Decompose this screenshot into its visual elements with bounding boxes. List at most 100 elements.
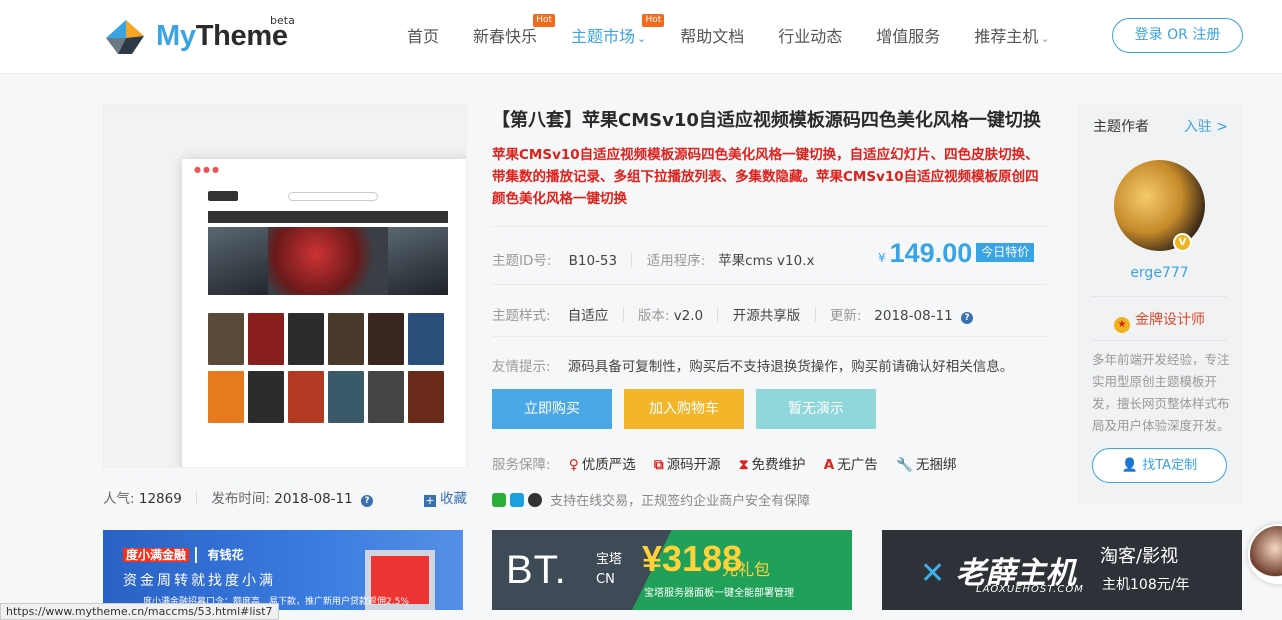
divider bbox=[814, 308, 816, 322]
ad1-brand: 度小满金融 | 有钱花 bbox=[123, 544, 250, 563]
currency-symbol: ¥ bbox=[878, 251, 886, 265]
service-item: ♀ 优质严选 bbox=[569, 457, 636, 473]
verified-icon: V bbox=[1173, 233, 1192, 252]
version-value: v2.0 bbox=[673, 308, 704, 324]
preview-mockup: ●●● bbox=[182, 159, 466, 467]
help-icon[interactable]: ? bbox=[961, 312, 974, 324]
popularity-value: 12869 bbox=[138, 491, 182, 507]
theme-id-label: 主题ID号: bbox=[492, 253, 552, 269]
product-description: 苹果CMSv10自适应视频模板源码四色美化风格一键切换，自适应幻灯片、四色皮肤切… bbox=[492, 147, 1039, 207]
updated-value: 2018-08-11 bbox=[874, 308, 953, 324]
tip-label: 友情提示: bbox=[492, 359, 551, 375]
nav-recommended-hosting-label: 推荐主机 bbox=[974, 27, 1039, 46]
mock-poster-grid bbox=[208, 313, 448, 429]
updated-label: 更新: bbox=[829, 308, 862, 324]
author-avatar[interactable] bbox=[1114, 160, 1205, 251]
nav-theme-market[interactable]: 主题市场 ⌄ Hot bbox=[571, 0, 665, 74]
ad3-x-icon: ✕ bbox=[920, 556, 956, 591]
user-icon: 👤 bbox=[1121, 458, 1143, 473]
divider bbox=[492, 226, 1047, 227]
ad1-brand-label: 度小满金融 bbox=[123, 548, 190, 562]
price-value: 149.00 bbox=[889, 238, 973, 268]
nav-industry-news-label: 行业动态 bbox=[778, 27, 843, 46]
mock-banner bbox=[208, 227, 448, 295]
divider bbox=[631, 253, 633, 267]
hot-badge: Hot bbox=[533, 14, 556, 27]
ad2-gift: 元礼包 bbox=[722, 560, 771, 579]
service-item: ⧗ 免费维护 bbox=[739, 457, 805, 473]
nav-new-year[interactable]: 新春快乐 Hot bbox=[473, 0, 556, 74]
ad-banner-bt[interactable]: BT. 宝塔 CN ¥3188 元礼包 宝塔服务器面板一键全能部署管理 bbox=[492, 530, 852, 610]
ad2-tagline: 宝塔服务器面板一键全能部署管理 bbox=[644, 588, 794, 599]
nav-value-services-label: 增值服务 bbox=[876, 27, 941, 46]
nav-help-docs[interactable]: 帮助文档 bbox=[680, 0, 744, 74]
ad-banner-laoxue[interactable]: ✕ 老薛主机 LAOXUEHOST.COM 淘客/影视 主机108元/年 bbox=[882, 530, 1242, 610]
qq-icon bbox=[528, 493, 542, 507]
browser-status-bar: https://www.mytheme.cn/maccms/53.html#li… bbox=[0, 603, 279, 620]
mock-logo bbox=[208, 191, 238, 201]
add-to-cart-button[interactable]: 加入购物车 bbox=[624, 389, 744, 429]
service-item-label: 优质严选 bbox=[581, 457, 636, 473]
ad3-subline: 主机108元/年 bbox=[1102, 577, 1190, 593]
join-link[interactable]: 入驻 > bbox=[1184, 116, 1228, 136]
ad2-bt-logo: BT. bbox=[506, 548, 567, 592]
price-block: ¥149.00 今日特价 bbox=[878, 238, 1035, 269]
pin-icon: ♀ bbox=[568, 457, 579, 473]
divider bbox=[492, 336, 1047, 337]
theme-preview-image[interactable]: ●●● bbox=[103, 104, 467, 468]
nav-home[interactable]: 首页 bbox=[407, 0, 439, 74]
plus-icon: + bbox=[424, 494, 436, 507]
customer-service-avatar[interactable] bbox=[1248, 524, 1282, 584]
divider bbox=[622, 308, 624, 322]
alipay-icon bbox=[510, 493, 524, 507]
nav-home-label: 首页 bbox=[407, 27, 440, 46]
publish-value: 2018-08-11 bbox=[274, 491, 353, 507]
service-item: A 无广告 bbox=[824, 457, 878, 473]
service-item-label: 无广告 bbox=[837, 457, 878, 473]
publish-label: 发布时间: bbox=[211, 491, 270, 507]
hot-badge: Hot bbox=[642, 14, 665, 27]
author-name[interactable]: erge777 bbox=[1077, 265, 1242, 281]
code-icon: ⧉ bbox=[654, 457, 664, 473]
favorite-button[interactable]: + 收藏 bbox=[424, 487, 467, 507]
nav-industry-news[interactable]: 行业动态 bbox=[778, 0, 842, 74]
hire-author-label: 找TA定制 bbox=[1142, 458, 1198, 473]
version-label: 版本: bbox=[637, 308, 670, 324]
ad3-headline: 淘客/影视 bbox=[1100, 546, 1179, 567]
license-value: 开源共享版 bbox=[732, 308, 801, 324]
program-label: 适用程序: bbox=[646, 253, 706, 269]
mock-search bbox=[288, 192, 378, 201]
nav-value-services[interactable]: 增值服务 bbox=[876, 0, 940, 74]
nav-help-docs-label: 帮助文档 bbox=[680, 27, 745, 46]
site-header: MyTheme beta 首页 新春快乐 Hot 主题市场 ⌄ Hot 帮助文档 行业… bbox=[0, 0, 1282, 74]
font-a-icon: A bbox=[823, 457, 835, 473]
payment-trust-row: 支持在线交易，正规签约企业商户安全有保障 bbox=[492, 490, 810, 509]
popularity-label: 人气: bbox=[103, 491, 135, 507]
demo-button[interactable]: 暂无演示 bbox=[756, 389, 876, 429]
buy-now-button[interactable]: 立即购买 bbox=[492, 389, 612, 429]
hourglass-icon: ⧗ bbox=[738, 457, 749, 473]
tip-row: 友情提示: 源码具备可复制性，购买后不支持退换货操作，购买前请确认好相关信息。 bbox=[492, 355, 1013, 375]
logo-text: MyTheme bbox=[156, 20, 288, 53]
style-label: 主题样式: bbox=[492, 308, 551, 324]
help-icon[interactable]: ? bbox=[361, 495, 374, 507]
logo-beta: beta bbox=[270, 14, 295, 27]
ad-banner-duxiaoman[interactable]: 度小满金融 | 有钱花 资金周转就找度小满 度小满金融招募口令：额度高 易下款，推… bbox=[103, 530, 463, 610]
hire-author-button[interactable]: 👤 找TA定制 bbox=[1092, 448, 1227, 483]
medal-icon: ★ bbox=[1114, 317, 1130, 333]
service-guarantees: 服务保障: ♀ 优质严选 ⧉ 源码开源 ⧗ 免费维护 A 无广告 🔧 无捆绑 bbox=[492, 453, 956, 473]
product-title: 【第八套】苹果CMSv10自适应视频模板源码四色美化风格一键切换 bbox=[492, 110, 1041, 131]
program-value: 苹果cms v10.x bbox=[718, 253, 815, 269]
author-level: ★ 金牌设计师 bbox=[1077, 309, 1242, 333]
login-register-button[interactable]: 登录 OR 注册 bbox=[1112, 18, 1243, 53]
theme-id-value: B10-53 bbox=[568, 253, 618, 269]
chevron-down-icon: ⌄ bbox=[1040, 32, 1050, 45]
ad3-domain: LAOXUEHOST.COM bbox=[976, 584, 1084, 595]
id-program-row: 主题ID号: B10-53 适用程序: 苹果cms v10.x bbox=[492, 249, 815, 269]
mock-nav bbox=[208, 211, 448, 223]
nav-recommended-hosting[interactable]: 推荐主机 ⌄ bbox=[974, 0, 1049, 74]
service-item: ⧉ 源码开源 bbox=[654, 457, 721, 473]
site-logo[interactable]: MyTheme beta bbox=[104, 14, 304, 60]
theme-stats: 人气: 12869 发布时间: 2018-08-11 ? + 收藏 bbox=[103, 487, 467, 507]
window-dots-icon: ●●● bbox=[194, 165, 221, 174]
